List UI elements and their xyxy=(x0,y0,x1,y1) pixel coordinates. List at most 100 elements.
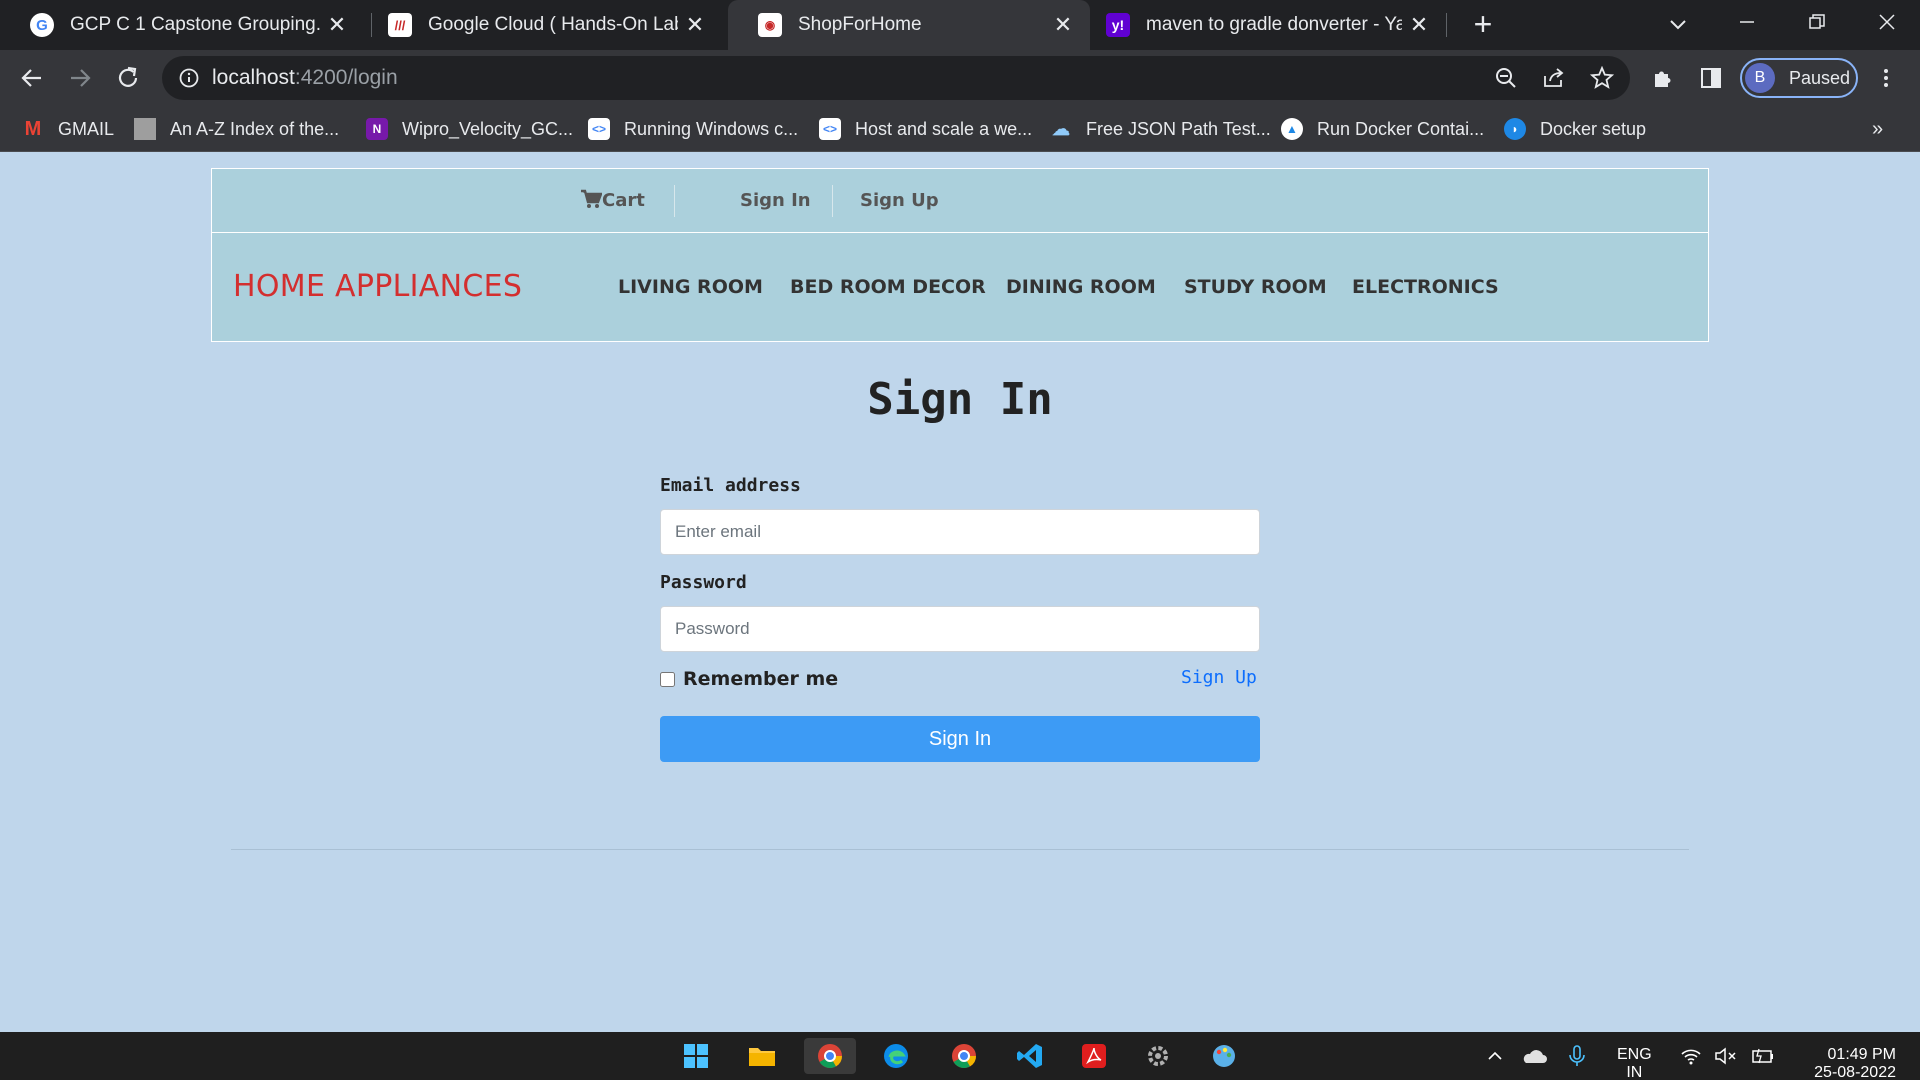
onedrive-icon[interactable] xyxy=(1516,1038,1552,1074)
cart-link[interactable]: Cart xyxy=(580,169,645,233)
menu-dining-room[interactable]: DINING ROOM xyxy=(1006,233,1156,341)
restore-button[interactable] xyxy=(1782,0,1852,44)
bookmark-host-and-scale[interactable]: <> Host and scale a we... xyxy=(819,106,1032,152)
menu-living-room[interactable]: LIVING ROOM xyxy=(618,233,763,341)
site-info-icon[interactable] xyxy=(174,63,204,93)
tab-google-cloud-lab[interactable]: /// Google Cloud ( Hands-On Lab ) ✕ xyxy=(358,0,722,50)
yahoo-icon: y! xyxy=(1106,13,1130,37)
menu-bed-room-decor[interactable]: BED ROOM DECOR xyxy=(790,233,986,341)
password-field[interactable] xyxy=(660,606,1260,652)
show-hidden-icons-button[interactable] xyxy=(1480,1038,1510,1074)
settings-button[interactable] xyxy=(1138,1038,1178,1074)
share-icon[interactable] xyxy=(1539,63,1569,93)
menu-electronics[interactable]: ELECTRONICS xyxy=(1352,233,1499,341)
cloud-code-icon: <> xyxy=(588,118,610,140)
tab-shopforhome[interactable]: ◉ ShopForHome ✕ xyxy=(728,0,1090,50)
chrome-icon xyxy=(818,1044,842,1069)
microphone-icon[interactable] xyxy=(1562,1038,1592,1074)
brand-logo[interactable]: HOME APPLIANCES xyxy=(233,233,522,341)
folder-icon xyxy=(749,1048,775,1066)
chevron-down-icon xyxy=(1670,20,1686,30)
close-icon[interactable]: ✕ xyxy=(1046,12,1080,38)
profile-status: Paused xyxy=(1789,67,1851,88)
wifi-icon[interactable] xyxy=(1676,1038,1706,1074)
close-icon[interactable]: ✕ xyxy=(678,12,712,38)
bookmark-run-docker[interactable]: ▲ Run Docker Contai... xyxy=(1281,106,1484,152)
address-bar[interactable]: localhost:4200/login xyxy=(162,56,1630,100)
tab-title: maven to gradle donverter - Yahoo xyxy=(1146,14,1402,35)
battery-icon[interactable] xyxy=(1746,1038,1778,1074)
acrobat-button[interactable] xyxy=(1074,1038,1114,1074)
file-explorer-button[interactable] xyxy=(742,1038,782,1074)
signup-nav-link[interactable]: Sign Up xyxy=(860,169,939,233)
menu-study-room[interactable]: STUDY ROOM xyxy=(1184,233,1327,341)
gear-icon xyxy=(1148,1046,1168,1066)
bookmark-star-icon[interactable] xyxy=(1587,63,1617,93)
remember-me-checkbox[interactable] xyxy=(660,671,675,687)
page-icon xyxy=(134,118,156,140)
bookmark-label: GMAIL xyxy=(58,118,115,139)
chevron-up-icon xyxy=(1488,1051,1502,1060)
email-field[interactable] xyxy=(660,509,1260,555)
remember-me: Remember me xyxy=(660,668,838,690)
signup-link[interactable]: Sign Up xyxy=(1181,667,1257,688)
close-icon[interactable]: ✕ xyxy=(1402,12,1436,38)
language-indicator[interactable]: ENG IN xyxy=(1617,1046,1652,1080)
bookmark-az-index[interactable]: An A-Z Index of the... xyxy=(134,106,339,152)
more-bookmarks-button[interactable]: » xyxy=(1872,106,1883,152)
signin-button[interactable]: Sign In xyxy=(660,716,1260,762)
close-icon xyxy=(1879,14,1895,30)
back-button[interactable] xyxy=(12,58,52,98)
tab-yahoo-search[interactable]: y! maven to gradle donverter - Yahoo ✕ xyxy=(1076,0,1446,50)
divider xyxy=(231,849,1689,850)
bookmark-label: An A-Z Index of the... xyxy=(170,118,340,139)
vscode-button[interactable] xyxy=(1010,1038,1050,1074)
paint-button[interactable] xyxy=(1204,1038,1244,1074)
zoom-icon[interactable] xyxy=(1491,63,1521,93)
edge-button[interactable] xyxy=(876,1038,916,1074)
new-tab-button[interactable]: + xyxy=(1464,6,1502,44)
browser-tab-strip: G GCP C 1 Capstone Grouping.pdf ✕ /// Go… xyxy=(0,0,1920,50)
gmail-icon: M xyxy=(24,117,42,140)
password-label: Password xyxy=(660,572,747,593)
forward-arrow-icon xyxy=(71,69,91,87)
tab-title: GCP C 1 Capstone Grouping.pdf xyxy=(70,14,320,35)
signin-link[interactable]: Sign In xyxy=(740,169,811,233)
chrome-taskbar-button[interactable] xyxy=(804,1038,856,1074)
chrome-alt-button[interactable] xyxy=(944,1038,984,1074)
tab-search-button[interactable] xyxy=(1660,6,1696,42)
tab-gcp-capstone[interactable]: G GCP C 1 Capstone Grouping.pdf ✕ xyxy=(0,0,364,50)
docker-icon: ▲ xyxy=(1281,118,1303,140)
browser-menu-icon[interactable] xyxy=(1868,60,1904,96)
minimize-button[interactable] xyxy=(1712,0,1782,44)
remember-me-label: Remember me xyxy=(683,668,839,690)
bookmark-running-windows[interactable]: <> Running Windows c... xyxy=(588,106,798,152)
top-nav: Cart Sign In Sign Up xyxy=(211,168,1709,232)
shopforhome-icon: ◉ xyxy=(758,13,782,37)
bookmark-json-path[interactable]: ☁ Free JSON Path Test... xyxy=(1050,106,1271,152)
bookmark-wipro-velocity[interactable]: N Wipro_Velocity_GC... xyxy=(366,106,573,152)
bookmark-label: Run Docker Contai... xyxy=(1317,118,1485,139)
bookmark-label: Free JSON Path Test... xyxy=(1086,118,1271,139)
edge-icon xyxy=(884,1044,908,1068)
reload-button[interactable] xyxy=(108,58,148,98)
main-nav: HOME APPLIANCES LIVING ROOM BED ROOM DEC… xyxy=(211,232,1709,342)
tab-title: ShopForHome xyxy=(798,14,922,35)
avatar: B xyxy=(1745,63,1775,93)
profile-button[interactable]: B Paused xyxy=(1740,58,1858,98)
palette-icon xyxy=(1213,1045,1235,1067)
email-label: Email address xyxy=(660,475,801,496)
clock[interactable]: 01:49 PM 25-08-2022 xyxy=(1796,1046,1896,1080)
forward-button[interactable] xyxy=(60,58,100,98)
side-panel-icon[interactable] xyxy=(1693,60,1729,96)
bookmark-gmail[interactable]: M GMAIL xyxy=(22,106,114,152)
close-window-button[interactable] xyxy=(1852,0,1920,44)
tab-title: Google Cloud ( Hands-On Lab ) xyxy=(428,14,678,35)
bookmark-docker-setup[interactable]: ◗ Docker setup xyxy=(1504,106,1646,152)
chrome-icon xyxy=(952,1044,976,1069)
extensions-icon[interactable] xyxy=(1645,60,1681,96)
volume-muted-icon[interactable] xyxy=(1710,1038,1742,1074)
start-button[interactable] xyxy=(676,1038,716,1074)
bookmark-label: Host and scale a we... xyxy=(855,118,1033,139)
close-icon[interactable]: ✕ xyxy=(320,12,354,38)
